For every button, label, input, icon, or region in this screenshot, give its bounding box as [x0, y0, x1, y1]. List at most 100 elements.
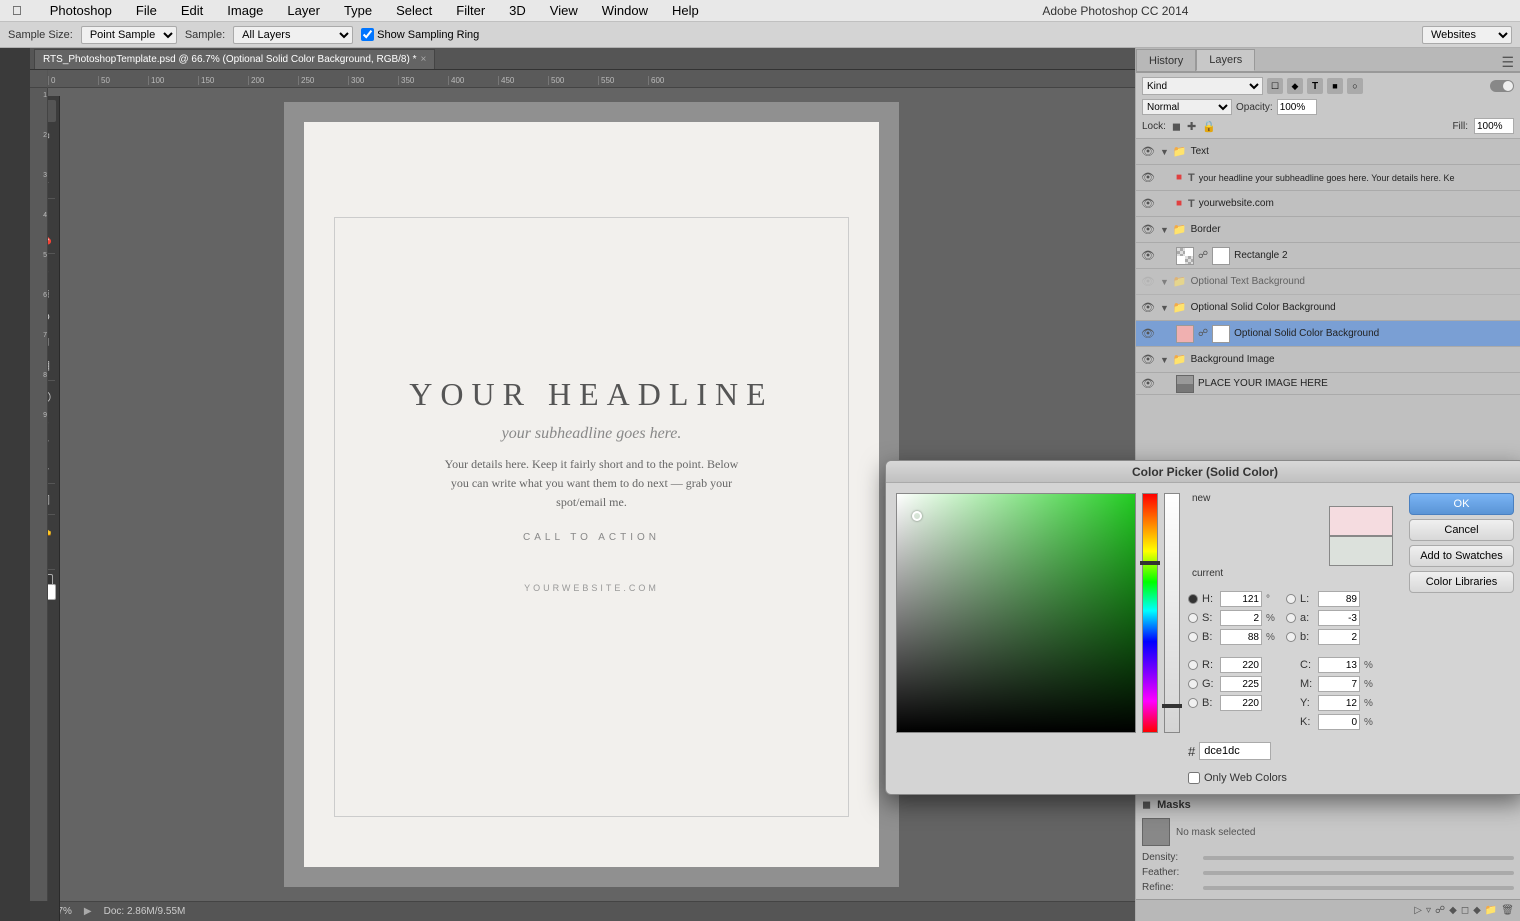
menu-window[interactable]: Window	[598, 1, 652, 20]
filter-toggle[interactable]	[1490, 80, 1514, 92]
eye-icon[interactable]: 👁	[1140, 300, 1156, 316]
filter-icon-adjust[interactable]: ◆	[1287, 78, 1303, 94]
a-input[interactable]	[1318, 610, 1360, 626]
radio-b2[interactable]	[1188, 698, 1198, 708]
mask-icon[interactable]: ◻	[1461, 905, 1469, 916]
lock-move-icon[interactable]: ✚	[1187, 120, 1196, 133]
document-tab[interactable]: RTS_PhotoshopTemplate.psd @ 66.7% (Optio…	[34, 49, 435, 69]
layer-text-group[interactable]: 👁 ▼ 📁 Text	[1136, 139, 1520, 165]
filter-icon-shape[interactable]: ■	[1327, 78, 1343, 94]
radio-b[interactable]	[1188, 632, 1198, 642]
color-gradient-picker[interactable]	[896, 493, 1136, 733]
show-ring-checkbox[interactable]	[361, 28, 374, 41]
k-input[interactable]	[1318, 714, 1360, 730]
lock-all-icon[interactable]: 🔒	[1202, 120, 1216, 133]
hue-spectrum-bar[interactable]	[1142, 493, 1158, 733]
opacity-input[interactable]	[1277, 99, 1317, 115]
m-input[interactable]	[1318, 676, 1360, 692]
blend-mode-select[interactable]: Normal	[1142, 99, 1232, 115]
l-input[interactable]	[1318, 591, 1360, 607]
radio-a[interactable]	[1286, 613, 1296, 623]
tab-close[interactable]: ×	[421, 54, 427, 65]
eye-icon[interactable]: 👁	[1140, 326, 1156, 342]
sample-layers-select[interactable]: All Layers	[233, 26, 353, 44]
menu-layer[interactable]: Layer	[283, 1, 324, 20]
radio-g[interactable]	[1188, 679, 1198, 689]
cancel-button[interactable]: Cancel	[1409, 519, 1514, 541]
new-layer-icon[interactable]: ▷	[1414, 905, 1422, 916]
r-input[interactable]	[1220, 657, 1262, 673]
s-input[interactable]	[1220, 610, 1262, 626]
panel-options-icon[interactable]: ☰	[1495, 54, 1520, 71]
color-libraries-button[interactable]: Color Libraries	[1409, 571, 1514, 593]
layer-solid-bg-group[interactable]: 👁 ▼ 📁 Optional Solid Color Background	[1136, 295, 1520, 321]
refine-slider[interactable]	[1203, 886, 1514, 890]
radio-s[interactable]	[1188, 613, 1198, 623]
layer-style-icon[interactable]: ◆	[1449, 905, 1457, 916]
menu-select[interactable]: Select	[392, 1, 436, 20]
menu-image[interactable]: Image	[223, 1, 267, 20]
eye-icon[interactable]: 👁	[1140, 376, 1156, 392]
apple-menu[interactable]: 	[8, 1, 26, 20]
eye-icon[interactable]: 👁	[1140, 196, 1156, 212]
adjustment-icon[interactable]: ◆	[1473, 905, 1481, 916]
layer-bg-image-group[interactable]: 👁 ▼ 📁 Background Image	[1136, 347, 1520, 373]
layer-rectangle2[interactable]: 👁 ☍ Rectangle 2	[1136, 243, 1520, 269]
ruler-top: 0 50 100 150 200 250 300 350 400 450 500…	[48, 70, 1135, 87]
sample-size-select[interactable]: Point Sample	[81, 26, 177, 44]
density-slider[interactable]	[1203, 856, 1514, 860]
menu-edit[interactable]: Edit	[177, 1, 207, 20]
h-input[interactable]	[1220, 591, 1262, 607]
filter-icon-pixel[interactable]: ☐	[1267, 78, 1283, 94]
eye-icon[interactable]: 👁	[1140, 144, 1156, 160]
link-layers-icon[interactable]: ☍	[1435, 905, 1445, 916]
filter-kind-select[interactable]: Kind	[1142, 77, 1263, 95]
show-ring-option[interactable]: Show Sampling Ring	[361, 28, 479, 41]
fill-input[interactable]	[1474, 118, 1514, 134]
menu-help[interactable]: Help	[668, 1, 703, 20]
eye-icon[interactable]: 👁	[1140, 248, 1156, 264]
c-input[interactable]	[1318, 657, 1360, 673]
y-input[interactable]	[1318, 695, 1360, 711]
group-icon[interactable]: 📁	[1485, 905, 1497, 916]
b-input[interactable]	[1220, 629, 1262, 645]
menu-3d[interactable]: 3D	[505, 1, 530, 20]
radio-l[interactable]	[1286, 594, 1296, 604]
ok-button[interactable]: OK	[1409, 493, 1514, 515]
menu-photoshop[interactable]: Photoshop	[46, 1, 116, 20]
workspace-select[interactable]: Websites	[1422, 26, 1512, 44]
delete-layer-icon[interactable]: ▿	[1426, 905, 1431, 916]
history-tab[interactable]: History	[1136, 49, 1196, 71]
lock-pixels-icon[interactable]: ◼	[1172, 120, 1181, 133]
eye-icon[interactable]: 👁	[1140, 352, 1156, 368]
g-input[interactable]	[1220, 676, 1262, 692]
filter-icon-text[interactable]: T	[1307, 78, 1323, 94]
layer-text-1[interactable]: 👁 ■ T your headline your subheadline goe…	[1136, 165, 1520, 191]
menu-view[interactable]: View	[546, 1, 582, 20]
layer-solid-bg-fill[interactable]: 👁 ☍ Optional Solid Color Background	[1136, 321, 1520, 347]
layer-website[interactable]: 👁 ■ T yourwebsite.com	[1136, 191, 1520, 217]
b3-input[interactable]	[1318, 629, 1360, 645]
add-swatches-button[interactable]: Add to Swatches	[1409, 545, 1514, 567]
feather-slider[interactable]	[1203, 871, 1514, 875]
trash-icon[interactable]: 🗑	[1501, 905, 1514, 916]
radio-h[interactable]	[1188, 594, 1198, 604]
a-label: a:	[1300, 612, 1314, 624]
radio-r[interactable]	[1188, 660, 1198, 670]
layers-tab[interactable]: Layers	[1196, 49, 1255, 71]
layer-place-image[interactable]: 👁 PLACE YOUR IMAGE HERE	[1136, 373, 1520, 395]
layer-border-group[interactable]: 👁 ▼ 📁 Border	[1136, 217, 1520, 243]
filter-icon-smart[interactable]: ○	[1347, 78, 1363, 94]
eye-icon[interactable]: 👁	[1140, 274, 1156, 290]
radio-b3[interactable]	[1286, 632, 1296, 642]
layer-optional-text-bg[interactable]: 👁 ▼ 📁 Optional Text Background	[1136, 269, 1520, 295]
menu-file[interactable]: File	[132, 1, 161, 20]
web-colors-checkbox[interactable]	[1188, 772, 1200, 784]
menu-type[interactable]: Type	[340, 1, 376, 20]
b2-input[interactable]	[1220, 695, 1262, 711]
eye-icon[interactable]: 👁	[1140, 222, 1156, 238]
eye-icon[interactable]: 👁	[1140, 170, 1156, 186]
menu-filter[interactable]: Filter	[452, 1, 489, 20]
alpha-bar[interactable]	[1164, 493, 1180, 733]
hex-input[interactable]	[1199, 742, 1271, 760]
